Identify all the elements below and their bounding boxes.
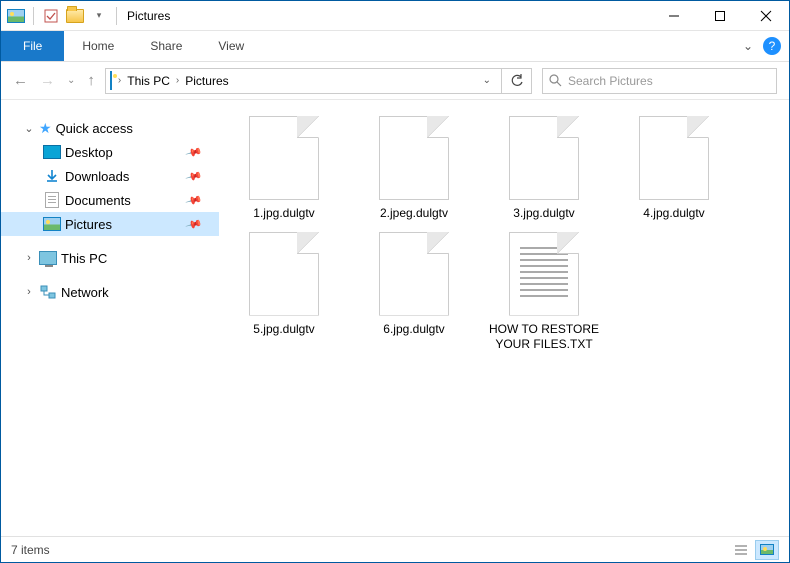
qat-dropdown-icon[interactable]: ▾ [88,5,110,27]
address-dropdown-icon[interactable]: ⌄ [483,75,497,86]
separator [116,7,117,25]
file-item[interactable]: 6.jpg.dulgtv [359,232,469,353]
view-switcher [729,540,779,560]
back-button[interactable]: ← [13,72,28,89]
pin-icon: 📌 [185,191,203,209]
file-item[interactable]: 3.jpg.dulgtv [489,116,599,222]
share-tab[interactable]: Share [132,31,200,61]
expand-ribbon-icon[interactable]: ⌄ [743,39,753,53]
documents-icon [43,191,61,209]
collapse-icon[interactable]: ⌄ [23,122,35,135]
nav-buttons: ← → ⌄ ↑ [13,72,95,89]
search-box[interactable] [542,68,777,94]
file-label: 4.jpg.dulgtv [643,206,704,222]
sidebar-item-network[interactable]: › Network [1,280,219,304]
up-button[interactable]: ↑ [87,72,95,89]
desktop-icon [43,143,61,161]
sidebar-item-desktop[interactable]: Desktop 📌 [1,140,219,164]
sidebar-label: Pictures [65,217,112,232]
sidebar-label: Documents [65,193,131,208]
sidebar-item-pictures[interactable]: Pictures 📌 [1,212,219,236]
file-label: 3.jpg.dulgtv [513,206,574,222]
chevron-right-icon[interactable]: › [176,75,179,86]
file-item[interactable]: 5.jpg.dulgtv [229,232,339,353]
view-tab[interactable]: View [200,31,262,61]
chevron-right-icon[interactable]: › [118,75,121,86]
file-item[interactable]: 4.jpg.dulgtv [619,116,729,222]
file-tab[interactable]: File [1,31,64,61]
network-icon [39,283,57,301]
maximize-button[interactable] [697,1,743,31]
home-tab[interactable]: Home [64,31,132,61]
sidebar-item-downloads[interactable]: Downloads 📌 [1,164,219,188]
help-icon[interactable]: ? [763,37,781,55]
window-title: Pictures [121,9,170,23]
sidebar-item-this-pc[interactable]: › This PC [1,246,219,270]
pin-icon: 📌 [185,215,203,233]
sidebar-label: Downloads [65,169,129,184]
refresh-button[interactable] [502,68,532,94]
pc-icon [39,249,57,267]
body: ⌄ ★ Quick access Desktop 📌 Downloads 📌 D… [1,100,789,536]
breadcrumb-pictures[interactable]: Pictures [185,74,228,88]
expand-icon[interactable]: › [23,252,35,264]
file-label: 5.jpg.dulgtv [253,322,314,338]
statusbar: 7 items [1,536,789,562]
pin-icon: 📌 [185,167,203,185]
file-label: 6.jpg.dulgtv [383,322,444,338]
file-label: 1.jpg.dulgtv [253,206,314,222]
file-item[interactable]: HOW TO RESTORE YOUR FILES.TXT [489,232,599,353]
forward-button[interactable]: → [40,72,55,89]
pin-icon: 📌 [185,143,203,161]
file-grid: 1.jpg.dulgtv 2.jpeg.dulgtv 3.jpg.dulgtv 4.j… [219,100,789,536]
sidebar-label: Network [61,285,109,300]
details-view-button[interactable] [729,540,753,560]
app-icon [5,5,27,27]
window-controls [651,1,789,31]
search-input[interactable] [568,74,770,88]
file-label: HOW TO RESTORE YOUR FILES.TXT [489,322,599,353]
search-icon [549,74,562,87]
sidebar-item-quick-access[interactable]: ⌄ ★ Quick access [1,116,219,140]
sidebar-item-documents[interactable]: Documents 📌 [1,188,219,212]
minimize-button[interactable] [651,1,697,31]
sidebar-label: This PC [61,251,107,266]
ribbon: File Home Share View ⌄ ? [1,31,789,62]
sidebar: ⌄ ★ Quick access Desktop 📌 Downloads 📌 D… [1,100,219,536]
breadcrumb-this-pc[interactable]: This PC [127,74,170,88]
sidebar-label: Desktop [65,145,113,160]
properties-icon[interactable] [40,5,62,27]
folder-icon[interactable] [64,5,86,27]
file-label: 2.jpeg.dulgtv [380,206,448,222]
address-bar[interactable]: › This PC › Pictures ⌄ [105,68,502,94]
separator [33,7,34,25]
address-icon [110,72,112,90]
recent-dropdown-icon[interactable]: ⌄ [67,75,75,86]
navbar: ← → ⌄ ↑ › This PC › Pictures ⌄ [1,62,789,100]
close-button[interactable] [743,1,789,31]
sidebar-label: Quick access [56,121,133,136]
file-item[interactable]: 2.jpeg.dulgtv [359,116,469,222]
downloads-icon [43,167,61,185]
item-count: 7 items [11,543,50,557]
star-icon: ★ [39,120,52,137]
quick-access-toolbar: ▾ [1,5,121,27]
pictures-icon [43,215,61,233]
thumbnails-view-button[interactable] [755,540,779,560]
expand-icon[interactable]: › [23,286,35,298]
titlebar: ▾ Pictures [1,1,789,31]
file-item[interactable]: 1.jpg.dulgtv [229,116,339,222]
